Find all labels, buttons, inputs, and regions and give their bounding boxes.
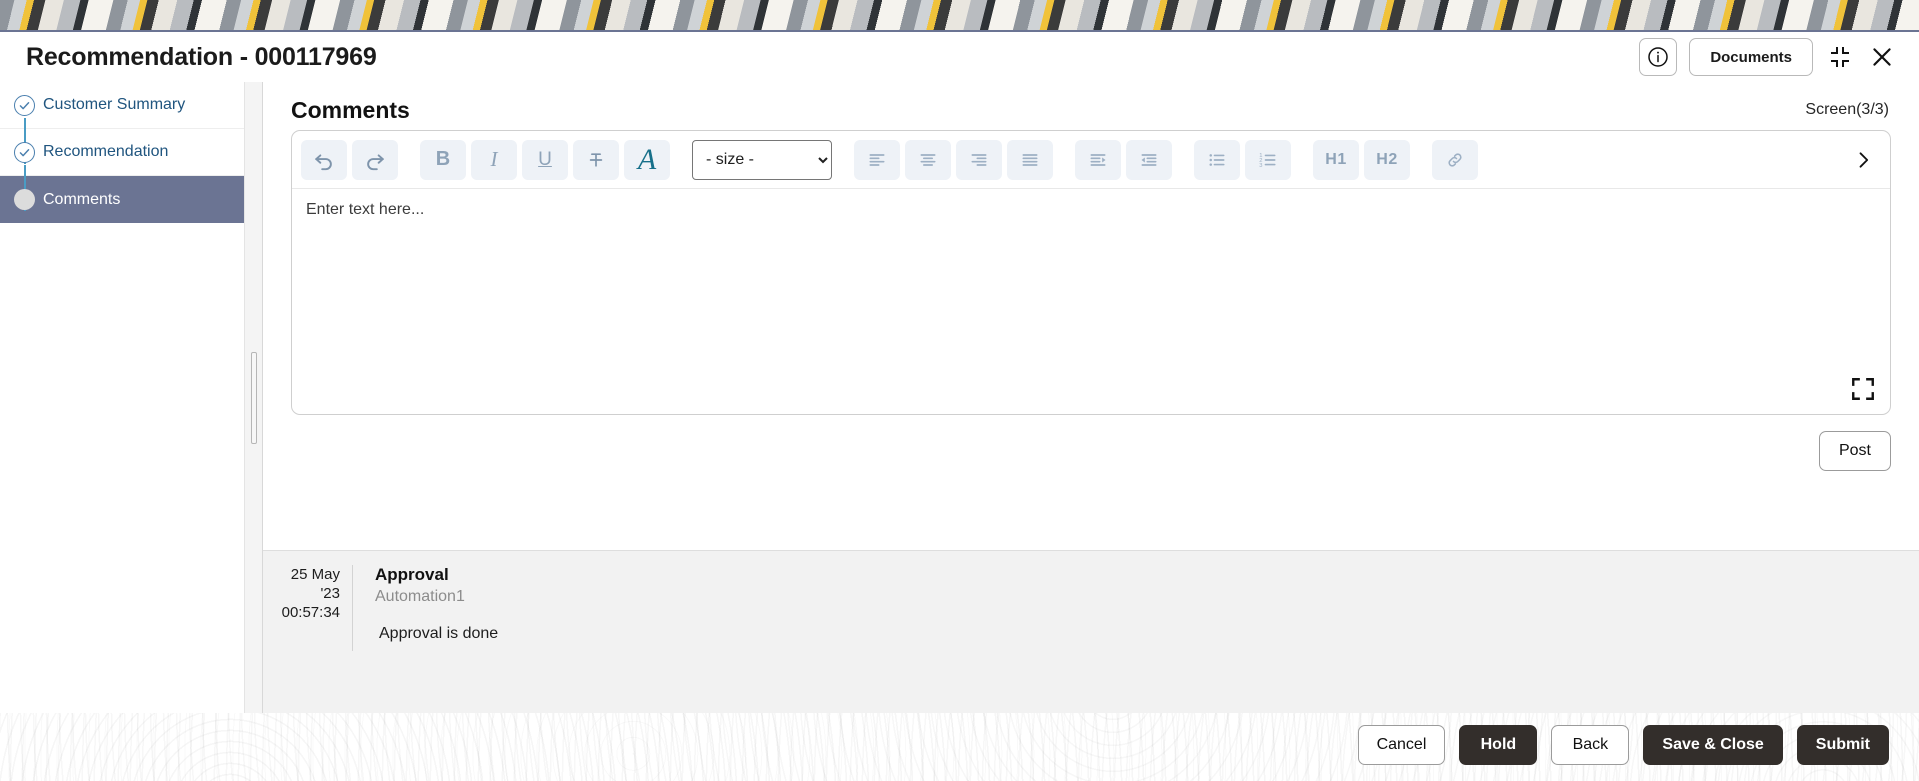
expand-icon[interactable] [1850, 376, 1876, 402]
save-and-close-button[interactable]: Save & Close [1643, 725, 1783, 765]
link-button[interactable] [1432, 139, 1478, 180]
back-button[interactable]: Back [1551, 725, 1630, 765]
outdent-button[interactable] [1126, 139, 1172, 180]
comment-list-item[interactable]: 25 May '23 00:57:34 Approval Automation1… [263, 550, 1919, 651]
bullet-list-button[interactable] [1194, 139, 1240, 180]
window-header: Recommendation - 000117969 Documents [0, 32, 1919, 82]
step-sidebar: Customer Summary Recommendation Comments [0, 82, 245, 713]
documents-button-label: Documents [1710, 48, 1792, 66]
sidebar-item-customer-summary[interactable]: Customer Summary [0, 82, 244, 129]
editor-placeholder: Enter text here... [306, 201, 425, 218]
numbered-list-button[interactable]: 1 2 3 [1245, 139, 1291, 180]
align-left-button[interactable] [854, 139, 900, 180]
screen-counter: Screen(3/3) [1805, 101, 1889, 118]
comment-text-editor[interactable]: Enter text here... [292, 189, 1890, 414]
sidebar-item-label: Customer Summary [43, 96, 186, 113]
check-circle-icon [14, 141, 35, 163]
submit-button[interactable]: Submit [1796, 725, 1889, 765]
documents-button[interactable]: Documents [1689, 38, 1813, 76]
check-circle-icon [14, 94, 35, 116]
underline-glyph: U [538, 148, 552, 170]
comment-body: Approval is done [379, 624, 499, 642]
chevron-right-icon[interactable] [1845, 140, 1881, 180]
heading-2-label: H2 [1376, 150, 1398, 168]
info-circle-icon [1646, 45, 1670, 69]
heading-2-button[interactable]: H2 [1364, 139, 1410, 180]
cancel-button[interactable]: Cancel [1357, 725, 1446, 765]
header-actions: Documents [1639, 38, 1897, 76]
collapse-icon[interactable] [1825, 42, 1855, 72]
editor-toolbar: B I U A - size - 1 2 3 H1 H2 [292, 131, 1890, 189]
post-row: Post [291, 415, 1891, 487]
comment-feed: 25 May '23 00:57:34 Approval Automation1… [263, 549, 1919, 713]
comment-timestamp: 25 May '23 00:57:34 [263, 564, 353, 651]
text-color-glyph: A [637, 142, 657, 176]
comment-time-value: 00:57:34 [281, 603, 340, 621]
rich-text-editor: B I U A - size - 1 2 3 H1 H2 Enter text … [291, 130, 1891, 415]
sidebar-item-recommendation[interactable]: Recommendation [0, 129, 244, 176]
sidebar-item-label: Recommendation [43, 143, 169, 160]
text-color-button[interactable]: A [624, 139, 670, 180]
recommendation-modal-window: Recommendation - 000117969 Documents Cus… [0, 30, 1919, 781]
indent-button[interactable] [1075, 139, 1121, 180]
justify-button[interactable] [1007, 139, 1053, 180]
undo-button[interactable] [301, 139, 347, 180]
close-icon[interactable] [1867, 42, 1897, 72]
hold-button[interactable]: Hold [1459, 725, 1538, 765]
comment-content: Approval Automation1 Approval is done [353, 565, 1919, 651]
comment-date: 25 May [290, 565, 340, 583]
current-step-dot-icon [14, 189, 35, 210]
heading-1-button[interactable]: H1 [1313, 139, 1359, 180]
heading-1-label: H1 [1325, 150, 1347, 168]
align-center-button[interactable] [905, 139, 951, 180]
italic-button[interactable]: I [471, 139, 517, 180]
italic-glyph: I [490, 147, 498, 171]
section-title: Comments [291, 96, 410, 123]
comment-title: Approval [375, 564, 449, 584]
bold-glyph: B [435, 148, 451, 170]
sidebar-item-comments[interactable]: Comments [0, 176, 244, 223]
main-content: Comments Screen(3/3) B I U A - size - 1 … [263, 82, 1919, 713]
align-right-button[interactable] [956, 139, 1002, 180]
bold-button[interactable]: B [420, 139, 466, 180]
underline-button[interactable]: U [522, 139, 568, 180]
section-header: Comments Screen(3/3) [291, 82, 1891, 130]
splitter-handle[interactable] [250, 351, 257, 444]
sidebar-splitter[interactable] [245, 82, 263, 713]
info-button[interactable] [1639, 38, 1678, 76]
content-scroll-area: Comments Screen(3/3) B I U A - size - 1 … [263, 82, 1919, 550]
font-size-select[interactable]: - size - [692, 139, 832, 180]
redo-button[interactable] [352, 139, 398, 180]
page-title: Recommendation - 000117969 [26, 42, 377, 71]
sidebar-item-label: Comments [43, 190, 121, 208]
strikethrough-button[interactable] [573, 139, 619, 180]
post-button[interactable]: Post [1819, 431, 1891, 471]
comment-author: Automation1 [375, 587, 465, 605]
comment-year: '23 [320, 584, 340, 602]
window-body: Customer Summary Recommendation Comments [0, 82, 1919, 713]
svg-text:3: 3 [1259, 162, 1262, 168]
window-footer: Cancel Hold Back Save & Close Submit [0, 713, 1919, 781]
